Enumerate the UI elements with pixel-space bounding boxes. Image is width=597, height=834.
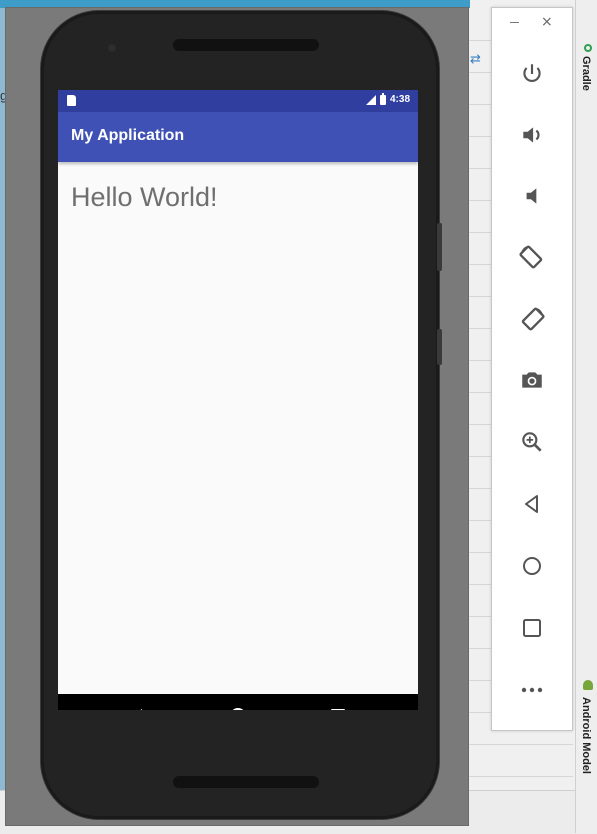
camera-icon bbox=[522, 372, 542, 388]
bottom-speaker bbox=[173, 776, 319, 788]
more-icon bbox=[521, 687, 543, 693]
nav-back-button[interactable] bbox=[114, 694, 158, 710]
screenshot-button[interactable] bbox=[510, 358, 554, 402]
back-icon bbox=[525, 495, 538, 513]
device-screen[interactable]: 4:38 My Application Hello World! bbox=[58, 90, 418, 710]
rotate-left-icon bbox=[519, 245, 543, 269]
power-button[interactable] bbox=[510, 52, 554, 96]
zoom-icon bbox=[522, 432, 542, 452]
volume-up-icon bbox=[523, 127, 540, 143]
overview-icon bbox=[523, 619, 541, 637]
rotate-right-button[interactable] bbox=[510, 297, 554, 341]
recents-icon bbox=[331, 709, 345, 710]
app-toolbar: My Application bbox=[58, 112, 418, 162]
overview-button[interactable] bbox=[510, 606, 554, 650]
rotate-left-button[interactable] bbox=[510, 235, 554, 279]
emulator-window: 4:38 My Application Hello World! bbox=[6, 8, 468, 825]
nav-home-button[interactable] bbox=[216, 694, 260, 710]
gradle-tab[interactable]: Gradle bbox=[580, 56, 592, 91]
top-speaker bbox=[173, 39, 319, 51]
home-button[interactable] bbox=[510, 544, 554, 588]
home-icon bbox=[230, 708, 246, 710]
battery-icon bbox=[379, 92, 386, 105]
phone-frame: 4:38 My Application Hello World! bbox=[41, 11, 442, 819]
zoom-button[interactable] bbox=[510, 420, 554, 464]
minimize-button[interactable] bbox=[510, 22, 519, 23]
sd-card-icon bbox=[67, 95, 76, 106]
signal-icon bbox=[365, 94, 376, 105]
app-title: My Application bbox=[71, 127, 185, 144]
back-icon bbox=[130, 709, 142, 710]
more-button[interactable] bbox=[510, 668, 554, 712]
volume-down-button[interactable] bbox=[510, 174, 554, 218]
navigation-bar bbox=[58, 694, 418, 710]
nav-recents-button[interactable] bbox=[316, 694, 360, 710]
volume-up-button[interactable] bbox=[510, 113, 554, 157]
back-button[interactable] bbox=[510, 482, 554, 526]
home-icon bbox=[523, 557, 541, 575]
emulator-tool-panel: × bbox=[491, 7, 573, 731]
volume-side-button[interactable] bbox=[437, 223, 442, 271]
status-time: 4:38 bbox=[389, 94, 410, 105]
android-icon bbox=[583, 680, 593, 690]
ide-title-strip bbox=[0, 0, 470, 8]
volume-down-icon bbox=[526, 188, 537, 204]
status-bar: 4:38 bbox=[58, 90, 418, 112]
rotate-right-icon bbox=[521, 307, 545, 331]
front-camera bbox=[108, 44, 116, 52]
close-button[interactable]: × bbox=[541, 14, 553, 30]
android-model-tab[interactable]: Android Model bbox=[580, 697, 592, 774]
hello-text: Hello World! bbox=[71, 182, 218, 212]
power-side-button[interactable] bbox=[437, 329, 442, 365]
power-icon bbox=[523, 64, 541, 83]
gradle-icon bbox=[584, 44, 592, 52]
right-tool-window-bar: Gradle Android Model bbox=[575, 0, 597, 833]
